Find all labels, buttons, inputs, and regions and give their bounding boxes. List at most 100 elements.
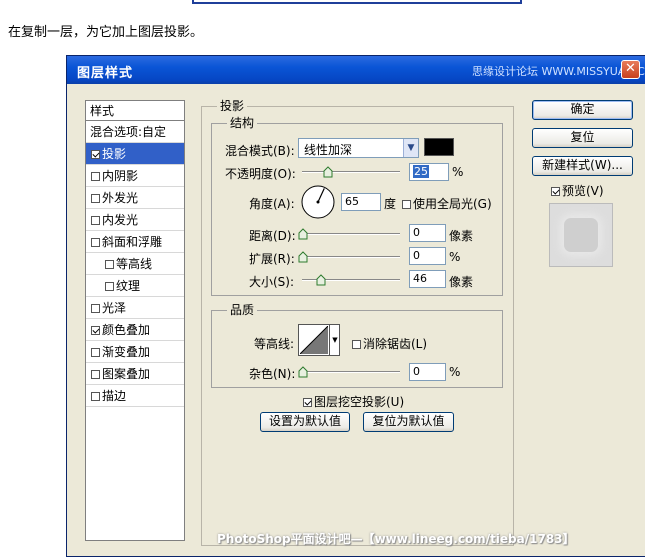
style-item-4[interactable]: 内发光 [86,209,184,231]
slider-thumb[interactable] [323,166,333,178]
reset-default-button[interactable]: 复位为默认值 [363,412,454,432]
size-input[interactable]: 46 [409,270,446,288]
blend-mode-value: 线性加深 [304,143,353,157]
slider-thumb[interactable] [298,228,308,240]
slider-thumb[interactable] [298,251,308,263]
structure-title: 结构 [227,114,258,131]
style-item-10[interactable]: 渐变叠加 [86,341,184,363]
style-item-6[interactable]: 等高线 [86,253,184,275]
title-bar[interactable]: 图层样式 思缘设计论坛 WWW.MISSYUAN.COM ✕ [67,56,645,84]
anti-aliased-checkbox[interactable]: 消除锯齿(L) [352,335,427,352]
reset-button[interactable]: 复位 [532,128,633,148]
style-item-label: 投影 [102,147,127,161]
chevron-down-icon[interactable]: ▼ [403,139,418,157]
caption-text: 在复制一层，为它加上图层投影。 [8,25,204,40]
spread-label: 扩展(R): [249,252,295,266]
style-item-1[interactable]: 投影 [86,143,184,165]
preview-label: 预览(V) [562,184,604,198]
quality-title: 品质 [227,301,258,318]
spread-input[interactable]: 0 [409,247,446,265]
use-global-light-box[interactable] [402,200,411,209]
style-item-checkbox[interactable] [105,260,114,269]
opacity-input[interactable]: 25 [409,163,449,181]
style-item-9[interactable]: 颜色叠加 [86,319,184,341]
style-item-label: 颜色叠加 [102,323,151,337]
style-item-label: 描边 [102,389,127,403]
new-style-button[interactable]: 新建样式(W)... [532,156,633,176]
style-item-label: 内阴影 [102,169,139,183]
styles-header[interactable]: 样式 [86,101,184,121]
opacity-slider-track [302,171,400,173]
style-item-checkbox[interactable] [91,392,100,401]
style-item-checkbox[interactable] [91,150,100,159]
slider-thumb[interactable] [316,274,326,286]
preview-checkbox[interactable]: 预览(V) [551,182,604,199]
styles-list: 样式 混合选项:自定 投影内阴影外发光内发光斜面和浮雕等高线纹理光泽颜色叠加渐变… [85,100,185,541]
contour-preview-icon [300,326,328,354]
style-item-label: 等高线 [116,257,153,271]
style-item-12[interactable]: 描边 [86,385,184,407]
distance-label: 距离(D): [249,229,296,243]
preview-swatch [564,218,598,252]
use-global-light-label: 使用全局光(G) [413,197,492,211]
angle-label: 角度(A): [249,197,295,211]
style-item-3[interactable]: 外发光 [86,187,184,209]
blend-mode-select[interactable]: 线性加深 ▼ [298,138,419,158]
noise-slider-track [302,371,400,373]
style-item-checkbox[interactable] [91,326,100,335]
contour-picker[interactable]: ▼ [298,324,340,356]
angle-input[interactable]: 65 [341,193,381,211]
distance-slider[interactable] [298,228,402,240]
angle-dial[interactable] [300,184,336,220]
style-item-label: 渐变叠加 [102,345,151,359]
spread-slider[interactable] [298,251,402,263]
contour-dropdown-icon[interactable]: ▼ [329,325,340,355]
close-button[interactable]: ✕ [621,60,640,79]
style-item-checkbox[interactable] [91,238,100,247]
blend-options-item[interactable]: 混合选项:自定 [86,121,184,143]
size-label: 大小(S): [249,275,295,289]
style-item-label: 外发光 [102,191,139,205]
opacity-unit: % [452,165,464,179]
opacity-label: 不透明度(O): [225,167,296,181]
size-unit: 像素 [449,275,474,289]
style-item-checkbox[interactable] [91,348,100,357]
style-item-11[interactable]: 图案叠加 [86,363,184,385]
style-item-checkbox[interactable] [91,194,100,203]
distance-unit: 像素 [449,229,474,243]
style-item-5[interactable]: 斜面和浮雕 [86,231,184,253]
style-item-label: 内发光 [102,213,139,227]
noise-label: 杂色(N): [249,367,296,381]
layer-knockout-label: 图层挖空投影(U) [314,395,405,409]
style-item-label: 纹理 [116,279,141,293]
style-item-label: 光泽 [102,301,127,315]
noise-slider[interactable] [298,366,402,378]
style-item-checkbox[interactable] [105,282,114,291]
shadow-color-swatch[interactable] [424,138,454,156]
use-global-light-checkbox[interactable]: 使用全局光(G) [402,195,492,212]
blend-mode-label: 混合模式(B): [225,144,295,158]
layer-knockout-box[interactable] [303,398,312,407]
style-item-2[interactable]: 内阴影 [86,165,184,187]
preview-box[interactable] [551,187,560,196]
layer-style-dialog: 图层样式 思缘设计论坛 WWW.MISSYUAN.COM ✕ 样式 混合选项:自… [66,55,645,557]
slider-thumb[interactable] [298,366,308,378]
style-item-7[interactable]: 纹理 [86,275,184,297]
opacity-slider[interactable] [300,166,402,178]
style-item-8[interactable]: 光泽 [86,297,184,319]
layer-knockout-checkbox[interactable]: 图层挖空投影(U) [303,393,404,410]
style-item-checkbox[interactable] [91,216,100,225]
spread-unit: % [449,250,461,264]
ok-button[interactable]: 确定 [532,100,633,120]
style-item-checkbox[interactable] [91,304,100,313]
size-slider[interactable] [300,274,402,286]
style-item-checkbox[interactable] [91,172,100,181]
noise-input[interactable]: 0 [409,363,446,381]
style-item-checkbox[interactable] [91,370,100,379]
anti-aliased-label: 消除锯齿(L) [363,337,428,351]
angle-unit: 度 [384,197,397,211]
anti-aliased-box[interactable] [352,340,361,349]
make-default-button[interactable]: 设置为默认值 [260,412,350,432]
style-item-label: 图案叠加 [102,367,151,381]
distance-input[interactable]: 0 [409,224,446,242]
